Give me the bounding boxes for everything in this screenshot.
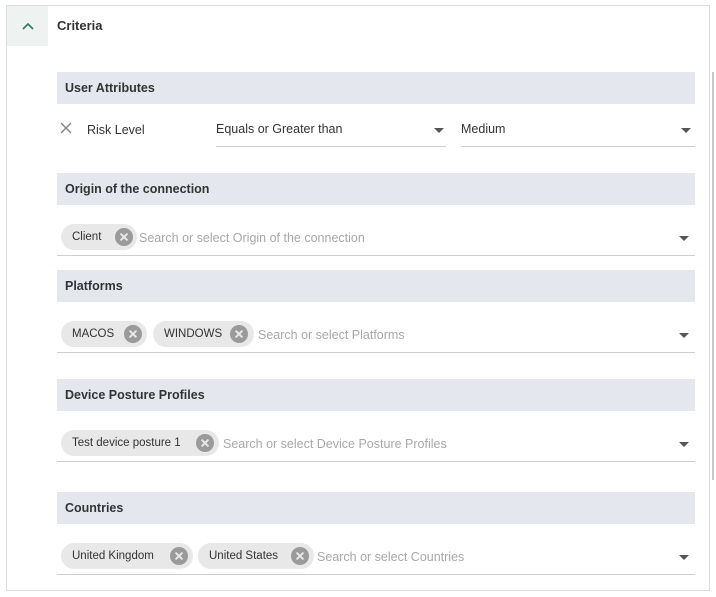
platforms-search-input[interactable] (258, 328, 618, 342)
device-posture-dropdown-icon[interactable] (679, 442, 689, 447)
chip-remove-icon[interactable] (196, 434, 214, 452)
collapse-button[interactable] (7, 6, 48, 46)
operator-dropdown-icon (434, 128, 444, 133)
countries-multiselect[interactable]: United Kingdom United States (57, 542, 695, 576)
country-chip-united-kingdom: United Kingdom (61, 543, 193, 569)
operator-select[interactable]: Equals or Greater than (216, 113, 446, 147)
device-posture-chip: Test device posture 1 (61, 430, 219, 456)
device-posture-section-title: Device Posture Profiles (57, 379, 695, 411)
chevron-up-icon (21, 22, 34, 30)
criteria-header: Criteria (7, 6, 709, 46)
origin-section-title: Origin of the connection (57, 173, 695, 205)
countries-search-input[interactable] (317, 550, 677, 564)
chip-remove-icon[interactable] (291, 547, 309, 565)
origin-dropdown-icon[interactable] (679, 236, 689, 241)
country-chip-united-states: United States (198, 543, 314, 569)
origin-multiselect[interactable]: Client (57, 223, 695, 257)
chip-remove-icon[interactable] (230, 325, 248, 343)
device-posture-underline (57, 461, 695, 462)
platforms-dropdown-icon[interactable] (679, 333, 689, 338)
countries-section-title: Countries (57, 492, 695, 524)
risk-level-row: Risk Level Equals or Greater than Medium (57, 113, 695, 147)
countries-underline (57, 574, 695, 575)
platform-chip-windows: WINDOWS (153, 321, 254, 347)
chip-remove-icon[interactable] (124, 325, 142, 343)
platform-chip-macos: MACOS (61, 321, 147, 347)
operator-value: Equals or Greater than (216, 122, 343, 136)
origin-chip-client: Client (61, 224, 137, 250)
origin-underline (57, 255, 695, 256)
origin-search-input[interactable] (139, 231, 499, 245)
platforms-multiselect[interactable]: MACOS WINDOWS (57, 320, 695, 354)
criteria-panel: Criteria User Attributes Risk Level Equa… (6, 5, 710, 591)
risk-value-select[interactable]: Medium (461, 113, 695, 147)
platforms-underline (57, 352, 695, 353)
device-posture-search-input[interactable] (223, 437, 583, 451)
user-attributes-section-title: User Attributes (57, 72, 695, 104)
risk-value-dropdown-icon (681, 128, 691, 133)
scrollbar[interactable] (712, 72, 714, 480)
chip-remove-icon[interactable] (115, 228, 133, 246)
risk-value: Medium (461, 122, 506, 136)
criteria-title: Criteria (57, 18, 103, 33)
risk-level-label: Risk Level (87, 123, 145, 137)
device-posture-multiselect[interactable]: Test device posture 1 (57, 429, 695, 463)
countries-dropdown-icon[interactable] (679, 555, 689, 560)
chip-remove-icon[interactable] (170, 547, 188, 565)
platforms-section-title: Platforms (57, 270, 695, 302)
remove-attribute-icon[interactable] (60, 122, 72, 134)
